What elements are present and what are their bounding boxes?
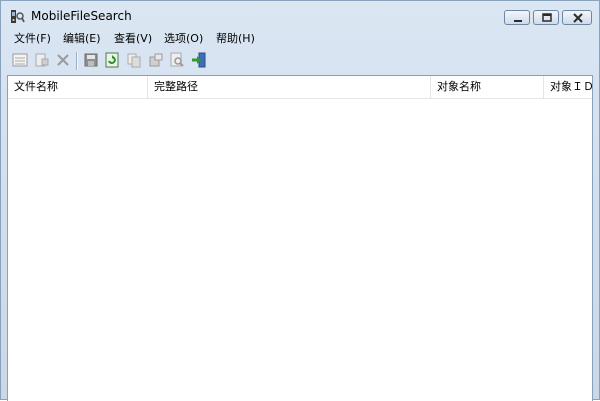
list-header: 文件名称 完整路径 对象名称 对象ＩＤ	[8, 76, 592, 99]
maximize-button[interactable]	[533, 10, 559, 25]
menu-file[interactable]: 文件(F)	[14, 31, 51, 47]
menu-bar: 文件(F) 编辑(E) 查看(V) 选项(O) 帮助(H)	[1, 31, 599, 47]
toolbar-separator	[76, 52, 78, 70]
app-window: MobileFileSearch 文件(F) 编辑(E) 查看(V) 选项(O)…	[0, 0, 600, 401]
column-header-full-path[interactable]: 完整路径	[148, 76, 431, 98]
menu-view[interactable]: 查看(V)	[114, 31, 152, 47]
exit-icon[interactable]	[191, 52, 207, 68]
window-title: MobileFileSearch	[31, 9, 132, 23]
column-header-object-id[interactable]: 对象ＩＤ	[544, 76, 592, 98]
properties-icon[interactable]	[148, 52, 164, 68]
copy-icon[interactable]	[126, 52, 142, 68]
file-list-view[interactable]: 文件名称 完整路径 对象名称 对象ＩＤ	[7, 75, 593, 401]
title-bar[interactable]: MobileFileSearch	[1, 1, 599, 31]
list-icon[interactable]	[12, 52, 28, 68]
close-icon	[573, 13, 583, 23]
toolbar	[1, 48, 599, 73]
minimize-button[interactable]	[504, 10, 530, 25]
find-icon[interactable]	[169, 52, 185, 68]
menu-options[interactable]: 选项(O)	[164, 31, 203, 47]
refresh-icon[interactable]	[104, 52, 120, 68]
column-header-file-name[interactable]: 文件名称	[8, 76, 148, 98]
app-icon	[9, 9, 25, 25]
add-document-icon[interactable]	[34, 52, 50, 68]
menu-edit[interactable]: 编辑(E)	[63, 31, 101, 47]
delete-icon[interactable]	[55, 52, 71, 68]
column-header-object-name[interactable]: 对象名称	[431, 76, 544, 98]
save-icon[interactable]	[83, 52, 99, 68]
menu-help[interactable]: 帮助(H)	[216, 31, 255, 47]
maximize-icon	[542, 13, 552, 22]
minimize-icon	[514, 20, 522, 22]
close-button[interactable]	[562, 10, 592, 25]
